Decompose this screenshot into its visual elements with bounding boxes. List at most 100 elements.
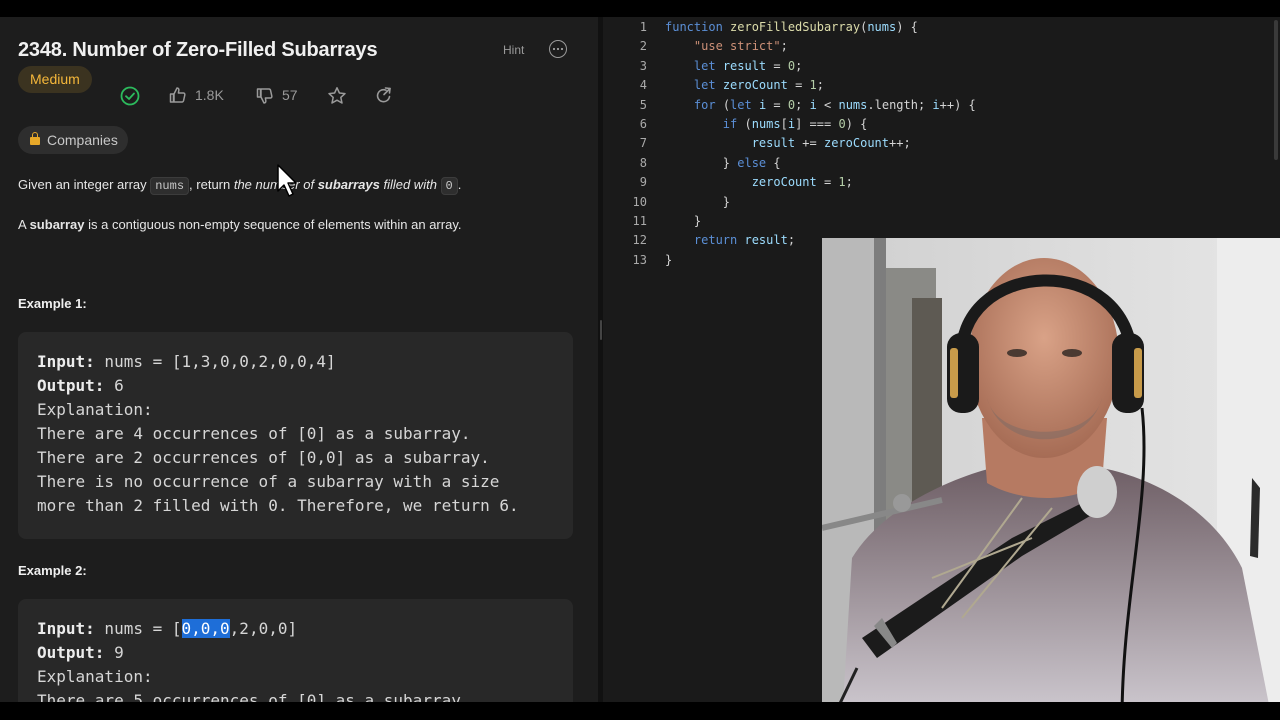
code-token: 0	[838, 117, 846, 131]
code-token: "use strict"	[693, 39, 781, 54]
code-token: {	[766, 155, 781, 170]
desc-text-bold: subarrays	[317, 177, 380, 192]
output-value: 6	[104, 376, 124, 395]
problem-description-panel: 2348. Number of Zero-Filled Subarrays Hi…	[0, 17, 598, 702]
companies-label: Companies	[47, 132, 118, 148]
code-token: (	[722, 97, 731, 112]
webcam-overlay	[822, 238, 1280, 720]
example-2-input: Input: nums = [0,0,0,2,0,0]	[37, 619, 297, 638]
companies-tag[interactable]: Companies	[18, 126, 128, 154]
desc-text: , return	[189, 177, 234, 192]
code-token: zeroCount	[722, 78, 788, 93]
hint-button[interactable]: Hint	[503, 43, 524, 57]
desc-text-italic: filled with	[379, 177, 441, 192]
line-number: 3	[639, 58, 647, 73]
code-token: result	[744, 233, 788, 248]
description-paragraph-2: A subarray is a contiguous non-empty seq…	[18, 217, 461, 232]
code-token: for	[693, 97, 723, 112]
example-1-input: Input: nums = [1,3,0,0,2,0,0,4]	[37, 352, 336, 371]
code-line[interactable]: }	[665, 195, 730, 209]
line-number: 12	[632, 233, 647, 248]
code-line[interactable]: return result;	[665, 233, 795, 247]
explanation-line: There are 5 occurrences of [0] as a suba…	[37, 691, 471, 702]
share-icon[interactable]	[373, 85, 395, 107]
code-line[interactable]: }	[665, 214, 701, 228]
line-number: 2	[639, 39, 647, 54]
desc-text: .	[457, 177, 462, 192]
code-line[interactable]: for (let i = 0; i < nums.length; i++) {	[665, 98, 976, 112]
desc-text-bold: subarray	[29, 217, 85, 232]
line-number: 11	[632, 214, 647, 228]
check-circle-icon	[120, 86, 140, 106]
code-line[interactable]: }	[665, 253, 672, 267]
code-token: (	[744, 117, 752, 131]
thumbs-up-icon	[169, 87, 186, 103]
selected-text[interactable]: 0,0,0	[181, 619, 230, 638]
line-number: 6	[639, 117, 647, 131]
code-token: ) {	[896, 20, 918, 34]
code-token: i	[809, 97, 817, 112]
code-token: .length;	[867, 97, 933, 112]
code-token: else	[737, 155, 767, 170]
description-paragraph-1: Given an integer array nums, return the …	[18, 177, 462, 195]
desc-text: Given an integer array	[18, 177, 151, 192]
code-line[interactable]: function zeroFilledSubarray(nums) {	[665, 20, 918, 34]
code-token: ] ===	[795, 117, 839, 131]
star-icon[interactable]	[326, 85, 348, 107]
code-token: ;	[787, 233, 796, 248]
code-token: i	[932, 97, 940, 112]
inline-code-zero: 0	[440, 177, 458, 195]
line-number: 13	[632, 252, 647, 267]
resize-handle[interactable]	[600, 320, 602, 340]
code-token: if	[722, 117, 745, 131]
desc-text-italic: the	[233, 177, 256, 192]
example-2-output: Output: 9	[37, 643, 124, 662]
code-token: i	[787, 117, 796, 131]
more-icon[interactable]	[549, 40, 567, 58]
bottom-black-bar	[0, 702, 1280, 720]
code-line[interactable]: "use strict";	[665, 39, 788, 53]
problem-title: 2348. Number of Zero-Filled Subarrays	[18, 39, 378, 61]
code-token: nums	[867, 20, 897, 34]
code-line[interactable]: let result = 0;	[665, 59, 802, 73]
code-line[interactable]: result += zeroCount++;	[665, 136, 911, 150]
dislike-count: 57	[282, 87, 298, 103]
code-line[interactable]: } else {	[665, 156, 781, 170]
code-token: let	[693, 58, 723, 73]
code-token: }	[665, 252, 673, 267]
code-token: result	[751, 136, 796, 151]
code-token: result	[722, 58, 767, 73]
output-label: Output:	[37, 643, 105, 662]
explanation-line: more than 2 filled with 0. Therefore, we…	[37, 496, 519, 515]
code-line[interactable]: let zeroCount = 1;	[665, 78, 824, 92]
code-line[interactable]: zeroCount = 1;	[665, 175, 853, 189]
desc-text: A	[18, 217, 30, 232]
code-line[interactable]: if (nums[i] === 0) {	[665, 117, 868, 131]
code-token: function	[665, 20, 731, 34]
code-token: ;	[795, 97, 810, 112]
input-label: Input:	[37, 619, 95, 638]
code-token: ;	[816, 78, 824, 93]
line-number: 1	[639, 20, 647, 34]
code-token: =	[766, 58, 788, 73]
explanation-line: There is no occurrence of a subarray wit…	[37, 472, 500, 491]
output-label: Output:	[37, 376, 105, 395]
code-token: <	[816, 97, 839, 112]
code-token: =	[787, 78, 810, 93]
example-1-output: Output: 6	[37, 376, 124, 395]
input-value: nums = [	[94, 619, 182, 638]
code-token: [	[780, 117, 788, 131]
code-token: }	[665, 155, 738, 170]
code-token: zeroCount	[823, 136, 889, 151]
code-token: nums	[838, 97, 868, 112]
line-number: 7	[639, 136, 647, 151]
inline-code-nums: nums	[150, 177, 190, 195]
code-token: ) {	[845, 117, 868, 131]
editor-scrollbar[interactable]	[1274, 20, 1278, 160]
code-token: 1	[838, 175, 846, 190]
